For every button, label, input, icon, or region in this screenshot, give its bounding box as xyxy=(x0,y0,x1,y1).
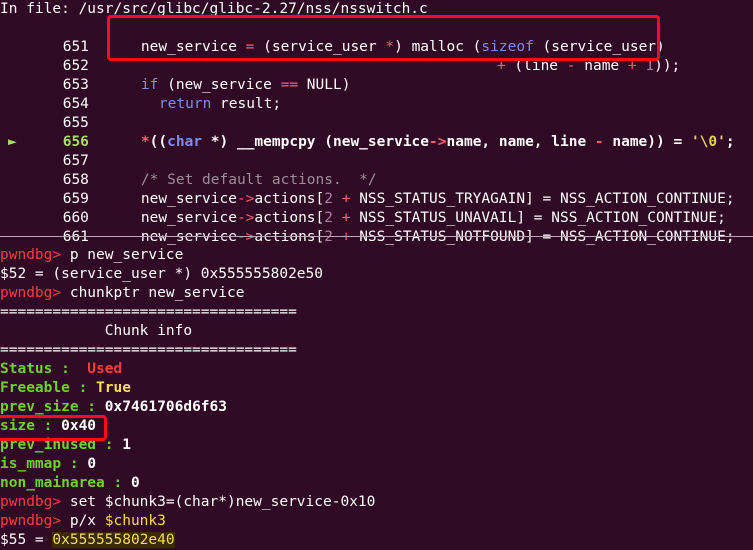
chunk-is-mmap-line: is_mmap : 0 xyxy=(0,456,97,472)
source-line-654: 654 return result; xyxy=(0,76,281,112)
gdb-prompt: pwndbg> xyxy=(0,247,62,263)
context-separator xyxy=(0,236,753,237)
console-command-line: pwndbg> chunkptr new_service xyxy=(0,285,245,301)
console-output-line: $52 = (service_user *) 0x555555802e50 xyxy=(0,266,324,282)
chunk-info-rule: ================================== xyxy=(0,342,297,358)
console-command-line: pwndbg> p new_service xyxy=(0,247,184,263)
chunk-info-rule: ================================== xyxy=(0,304,297,320)
gdb-prompt: pwndbg> xyxy=(0,285,62,301)
gdb-prompt: pwndbg> xyxy=(0,513,62,529)
source-line-659: 659 new_service->actions[2 + NSS_STATUS_T… xyxy=(0,171,735,207)
gdb-prompt: pwndbg> xyxy=(0,494,62,510)
chunk-address-value: 0x555555802e40 xyxy=(52,532,175,548)
source-line-656-current: ► 656 *((char *) __mempcpy (new_service->n… xyxy=(8,134,735,150)
malloc-highlight-box xyxy=(107,15,660,61)
chunk-freeable-line: Freeable : True xyxy=(0,380,131,396)
source-line-660: 660 new_service->actions[2 + NSS_STATUS_U… xyxy=(0,190,726,226)
chunk-info-title: Chunk info xyxy=(0,323,193,339)
console-command-line: pwndbg> set $chunk3=(char*)new_service-0… xyxy=(0,494,376,510)
console-output-line: $55 = 0x555555802e40 xyxy=(0,532,175,548)
source-line-661: 661 new_service->actions[2 + NSS_STATUS_N… xyxy=(0,209,735,245)
console-command-line: pwndbg> p/x $chunk3 xyxy=(0,513,166,529)
size-highlight-box xyxy=(0,415,107,441)
source-line-657: 657 xyxy=(0,133,89,169)
source-line-655: 655 xyxy=(0,95,89,131)
chunk-non-mainarea-line: non_mainarea : 0 xyxy=(0,475,140,491)
chunk-status-line: Status : Used xyxy=(0,361,123,377)
line-number: 661 xyxy=(62,229,89,245)
source-line-658: 658/* Set default actions. */ xyxy=(0,152,377,188)
